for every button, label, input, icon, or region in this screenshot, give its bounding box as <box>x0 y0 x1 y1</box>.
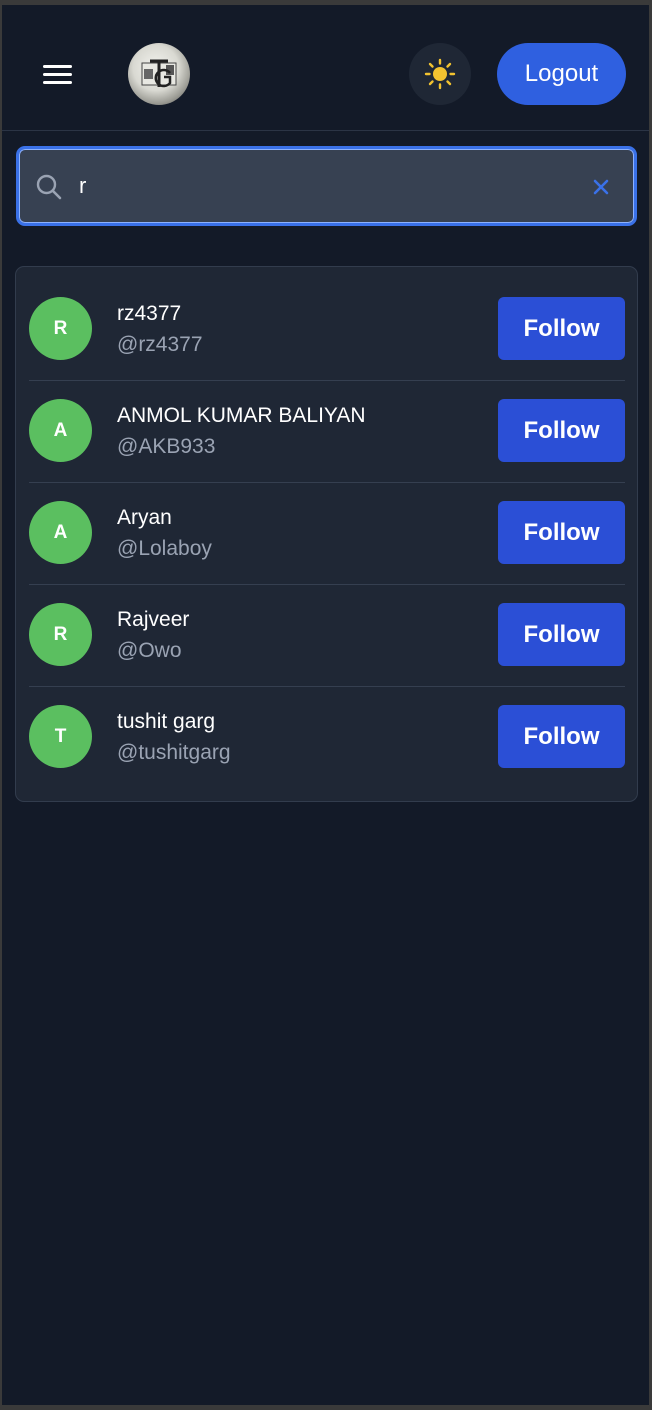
avatar: T <box>29 705 92 768</box>
menu-icon-bar <box>43 73 72 76</box>
follow-button[interactable]: Follow <box>498 399 625 462</box>
top-header: Logout <box>2 5 649 131</box>
menu-icon-bar <box>43 81 72 84</box>
list-item: R rz4377 @rz4377 Follow <box>29 278 625 380</box>
user-name[interactable]: ANMOL KUMAR BALIYAN <box>117 404 366 428</box>
search-icon <box>36 174 62 200</box>
follow-button[interactable]: Follow <box>498 501 625 564</box>
menu-button[interactable] <box>40 61 76 91</box>
user-handle: @Owo <box>117 639 182 662</box>
follow-button[interactable]: Follow <box>498 603 625 666</box>
user-handle: @rz4377 <box>117 333 203 356</box>
user-name[interactable]: Rajveer <box>117 608 189 632</box>
follow-button[interactable]: Follow <box>498 297 625 360</box>
user-name[interactable]: tushit garg <box>117 710 215 734</box>
user-handle: @tushitgarg <box>117 741 231 764</box>
sun-icon <box>424 58 456 90</box>
avatar: R <box>29 297 92 360</box>
user-name[interactable]: rz4377 <box>117 302 181 326</box>
app-frame: Logout R rz4377 @rz4377 Follow A ANMOL K… <box>2 5 649 1405</box>
logout-button[interactable]: Logout <box>497 43 626 105</box>
list-item: T tushit garg @tushitgarg Follow <box>29 686 625 788</box>
logo-emblem-icon <box>141 59 177 88</box>
theme-toggle-button[interactable] <box>409 43 471 105</box>
user-handle: @Lolaboy <box>117 537 212 560</box>
search-input[interactable] <box>79 159 559 213</box>
follow-button[interactable]: Follow <box>498 705 625 768</box>
avatar: A <box>29 399 92 462</box>
list-item: A Aryan @Lolaboy Follow <box>29 482 625 584</box>
app-logo[interactable] <box>128 43 190 105</box>
menu-icon-bar <box>43 65 72 68</box>
list-item: R Rajveer @Owo Follow <box>29 584 625 686</box>
search-results-list: R rz4377 @rz4377 Follow A ANMOL KUMAR BA… <box>15 266 638 802</box>
avatar: A <box>29 501 92 564</box>
avatar: R <box>29 603 92 666</box>
user-name[interactable]: Aryan <box>117 506 172 530</box>
search-bar <box>16 146 637 226</box>
close-icon[interactable] <box>591 177 611 197</box>
list-item: A ANMOL KUMAR BALIYAN @AKB933 Follow <box>29 380 625 482</box>
user-handle: @AKB933 <box>117 435 216 458</box>
